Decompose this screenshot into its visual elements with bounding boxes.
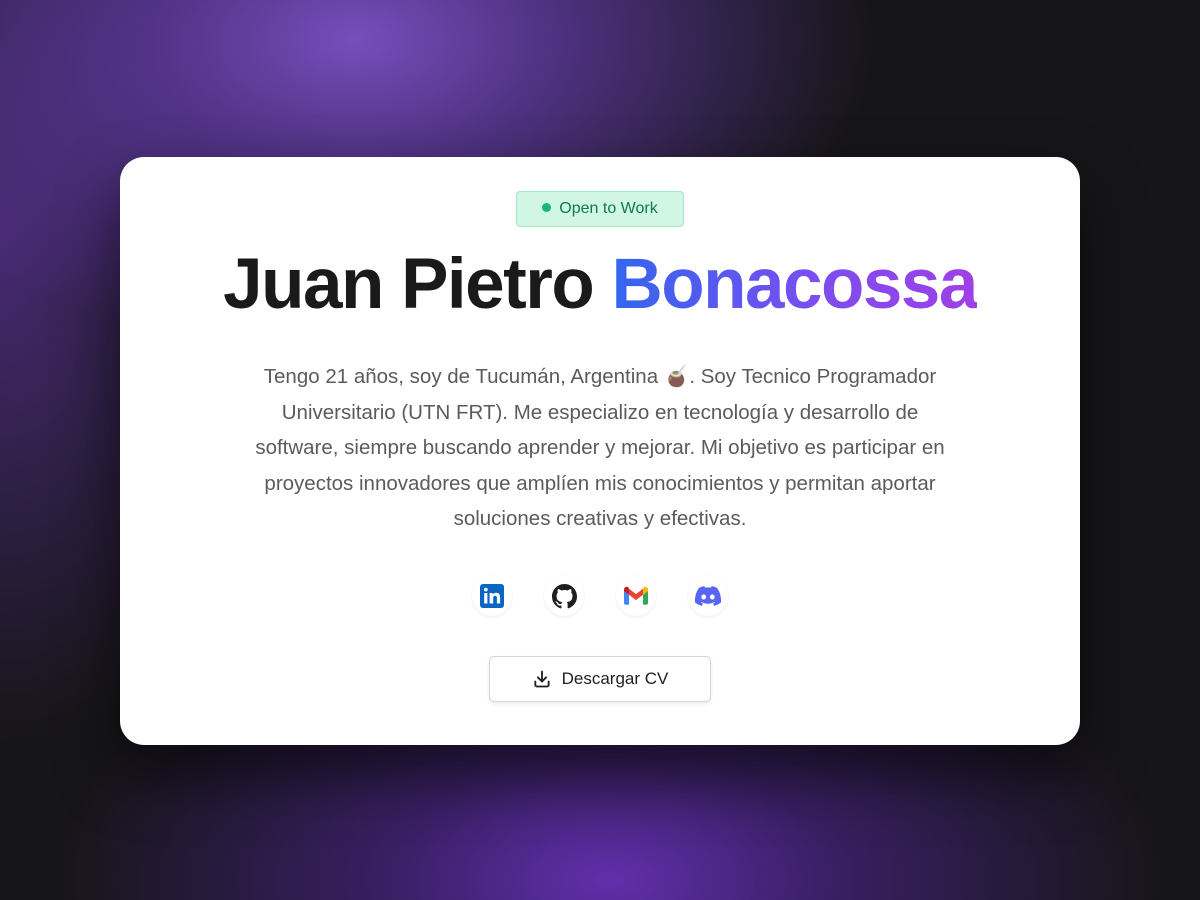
last-name: Bonacossa <box>611 245 979 324</box>
download-cv-button[interactable]: Descargar CV <box>489 656 711 702</box>
profile-card: Open to Work Juan Pietro Bonacossa Tengo… <box>120 157 1080 745</box>
bio-text: Tengo 21 años, soy de Tucumán, Argentina… <box>200 359 1000 537</box>
gmail-icon <box>624 586 648 605</box>
linkedin-icon <box>480 584 504 608</box>
gmail-link[interactable] <box>616 576 656 616</box>
discord-icon <box>695 586 721 606</box>
github-link[interactable] <box>544 576 584 616</box>
bio-line: soluciones creativas y efectivas. <box>453 507 747 530</box>
bio-line: proyectos innovadores que amplíen mis co… <box>264 471 936 495</box>
open-to-work-badge: Open to Work <box>516 191 684 227</box>
discord-link[interactable] <box>688 576 728 616</box>
social-links <box>470 576 730 616</box>
badge-label: Open to Work <box>559 200 658 217</box>
download-cv-label: Descargar CV <box>561 669 669 688</box>
bio-line: software, siempre buscando aprender y me… <box>255 436 945 459</box>
status-dot-icon <box>542 203 552 212</box>
first-name: Juan Pietro <box>223 245 595 324</box>
bio-line: Universitario (UTN FRT). Me especializo … <box>281 400 919 424</box>
linkedin-link[interactable] <box>472 576 512 616</box>
download-icon <box>534 670 550 688</box>
page-title: Juan Pietro Bonacossa <box>120 243 1080 327</box>
bio-line: Tengo 21 años, soy de Tucumán, Argentina… <box>263 365 937 388</box>
github-icon <box>551 583 577 608</box>
